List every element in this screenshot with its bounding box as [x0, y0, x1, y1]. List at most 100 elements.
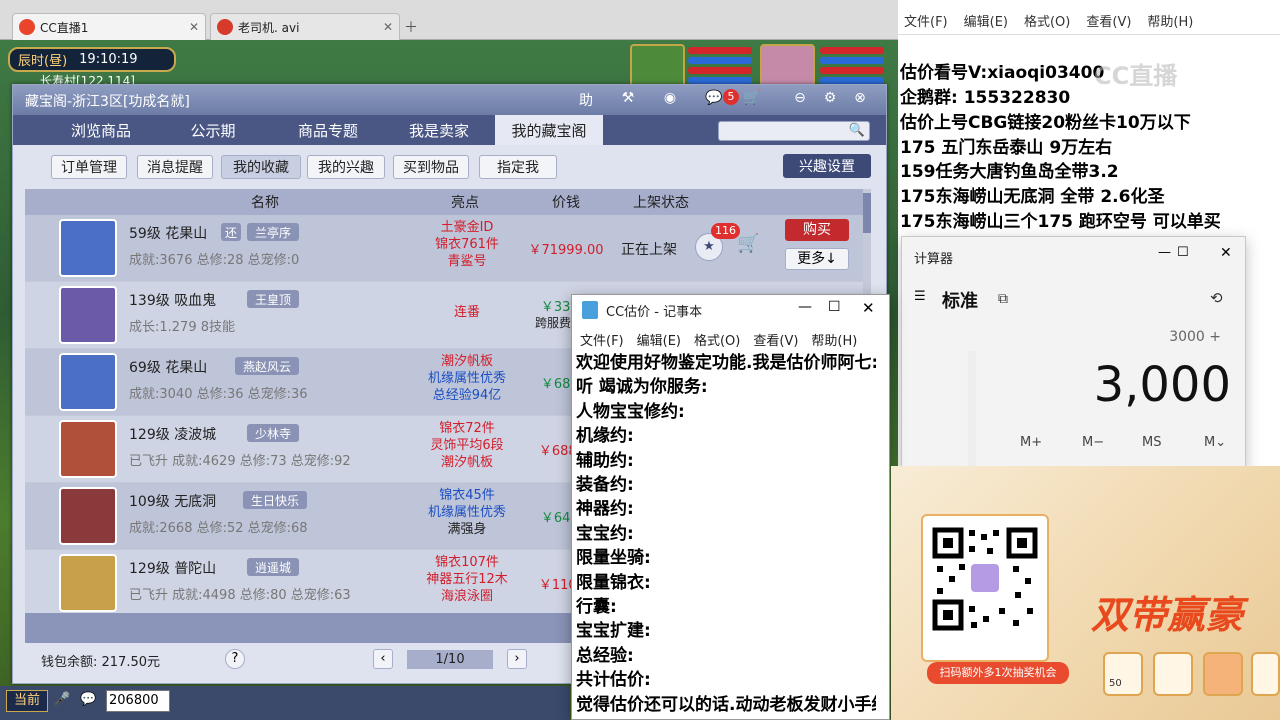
menu-view[interactable]: 查看(V)	[1086, 11, 1131, 30]
server-tag: 生日快乐	[243, 491, 308, 509]
stats: 成就:2668 总修:52 总宠修:68	[129, 521, 308, 536]
menu-help[interactable]: 帮助(H)	[811, 330, 857, 349]
next-page-button[interactable]: ›	[507, 649, 527, 669]
cart-icon[interactable]: 🛒	[741, 90, 763, 110]
subtab-notices[interactable]: 消息提醒	[137, 155, 213, 179]
item-count: 50	[1109, 678, 1122, 689]
level: 109级	[129, 494, 170, 510]
stats: 成长:1.279 8技能	[129, 320, 235, 335]
minimize-icon[interactable]: ⊖	[789, 90, 811, 110]
reward-item-icon[interactable]	[1251, 652, 1280, 696]
highlight-line: 总经验94亿	[432, 388, 502, 403]
table-row[interactable]: 59级 花果山 还 兰亭序 成就:3676 总修:28 总宠修:0 土豪金ID …	[25, 215, 871, 282]
reward-item-icon[interactable]: 50	[1103, 652, 1143, 696]
keep-on-top-icon[interactable]: ⧉	[998, 291, 1008, 307]
chat-channel[interactable]: 当前	[6, 690, 48, 712]
minimize-icon[interactable]: —	[1158, 245, 1171, 260]
character-avatar[interactable]	[59, 420, 117, 478]
character-avatar[interactable]	[59, 554, 117, 612]
hamburger-icon[interactable]: ☰	[914, 289, 926, 304]
tab-seller[interactable]: 我是卖家	[385, 115, 493, 145]
text-line: 175 五门东岳泰山 9万左右	[900, 138, 1113, 158]
menu-file[interactable]: 文件(F)	[904, 11, 948, 30]
highlights: 锦衣72件 灵饰平均6段 潮汐帆板	[403, 420, 531, 471]
chat-input[interactable]: 206800	[106, 690, 170, 712]
menu-file[interactable]: 文件(F)	[580, 330, 624, 349]
tab-public[interactable]: 公示期	[163, 115, 263, 145]
level-school: 129级 普陀山	[129, 558, 216, 578]
mem-list-button[interactable]: M⌄	[1204, 435, 1226, 450]
minimize-icon[interactable]: —	[798, 299, 812, 315]
server-tag: 逍遥城	[247, 558, 300, 576]
text-line: 欢迎使用好物鉴定功能.我是估价师阿七: 估价谛	[576, 353, 876, 373]
help-icon[interactable]: 助	[575, 90, 597, 110]
chat-bar: 当前 🎤 💬	[0, 686, 570, 720]
wallet-balance: 钱包余额: 217.50元	[41, 655, 160, 670]
buy-button[interactable]: 购买	[785, 219, 849, 241]
close-icon[interactable]: ✕	[383, 20, 393, 34]
menu-format[interactable]: 格式(O)	[1024, 11, 1070, 30]
menu-edit[interactable]: 编辑(E)	[964, 11, 1008, 30]
subtab-favorites[interactable]: 我的收藏	[221, 155, 301, 179]
mic-icon[interactable]: 🎤	[54, 692, 70, 707]
search-input[interactable]: 🔍	[718, 121, 870, 141]
subtab-interests[interactable]: 我的兴趣	[307, 155, 385, 179]
menu-bar: 文件(F) 编辑(E) 格式(O) 查看(V) 帮助(H)	[898, 8, 1280, 32]
stats: 成就:3040 总修:36 总宠修:36	[129, 387, 308, 402]
settings-icon[interactable]: ⚙	[819, 90, 841, 110]
promo-banner[interactable]: 扫码额外多1次抽奖机会 双带赢豪 50	[891, 466, 1280, 720]
subtab-bought[interactable]: 买到物品	[393, 155, 469, 179]
menu-help[interactable]: 帮助(H)	[1147, 11, 1193, 30]
highlights: 锦衣45件 机缘属性优秀 满强身	[403, 487, 531, 538]
maximize-icon[interactable]: ☐	[828, 299, 841, 315]
character-avatar[interactable]	[59, 219, 117, 277]
interest-settings-button[interactable]: 兴趣设置	[783, 154, 871, 178]
new-tab-button[interactable]: ＋	[404, 17, 418, 37]
tab-my-cbg[interactable]: 我的藏宝阁	[495, 115, 603, 145]
header-price: 价钱	[552, 195, 580, 211]
qr-code[interactable]	[921, 514, 1049, 662]
prev-page-button[interactable]: ‹	[373, 649, 393, 669]
browser-tab-cc[interactable]: CC直播1 ✕	[12, 13, 206, 40]
text-line: 估价上号CBG链接20粉丝卡10万以下	[900, 113, 1191, 133]
cart-icon[interactable]: 🛒	[737, 233, 765, 261]
character-avatar[interactable]	[59, 487, 117, 545]
watermark: CC直播	[1094, 62, 1178, 90]
mem-store-button[interactable]: MS	[1142, 435, 1161, 450]
history-icon[interactable]: ⟲	[1210, 289, 1223, 307]
character-avatar[interactable]	[59, 353, 117, 411]
record-icon[interactable]: ◉	[659, 90, 681, 110]
help-circle-icon[interactable]: ?	[225, 649, 245, 669]
tab-browse[interactable]: 浏览商品	[41, 115, 161, 145]
maximize-icon[interactable]: ☐	[1177, 245, 1189, 260]
calculator-window: 计算器 — ☐ ✕ ☰ 标准 ⧉ ⟲ 3000 + 3,000 M+ M− MS…	[901, 236, 1246, 470]
subtab-assigned[interactable]: 指定我	[479, 155, 557, 179]
level: 129级	[129, 427, 170, 443]
mem-plus-button[interactable]: M+	[1020, 435, 1042, 450]
close-icon[interactable]: ⊗	[849, 90, 871, 110]
hammer-icon[interactable]: ⚒	[617, 90, 639, 110]
character-avatar[interactable]	[59, 286, 117, 344]
menu-edit[interactable]: 编辑(E)	[637, 330, 681, 349]
phone-reward-icon[interactable]	[1203, 652, 1243, 696]
search-icon[interactable]: 🔍	[849, 123, 865, 138]
close-icon[interactable]: ✕	[1220, 245, 1232, 261]
emoji-icon[interactable]: 💬	[80, 692, 96, 707]
close-icon[interactable]: ✕	[189, 20, 199, 34]
browser-tab-video[interactable]: 老司机. avi ✕	[210, 13, 400, 40]
close-icon[interactable]: ✕	[862, 299, 875, 317]
divider	[898, 34, 1280, 35]
reward-item-icon[interactable]	[1153, 652, 1193, 696]
menu-format[interactable]: 格式(O)	[694, 330, 740, 349]
notepad-text[interactable]: 欢迎使用好物鉴定功能.我是估价师阿七: 估价谛 听 竭诚为你服务: 人物宝宝修约…	[576, 351, 876, 717]
subtab-orders[interactable]: 订单管理	[51, 155, 127, 179]
menu-view[interactable]: 查看(V)	[753, 330, 798, 349]
message-icon[interactable]: 💬	[703, 90, 725, 110]
browser-tab-bar: CC直播1 ✕ 老司机. avi ✕ ＋	[0, 0, 900, 40]
level: 129级	[129, 561, 170, 577]
more-button[interactable]: 更多↓	[785, 248, 849, 270]
mem-minus-button[interactable]: M−	[1082, 435, 1104, 450]
text-line: 159任务大唐钓鱼岛全带3.2	[900, 162, 1119, 182]
ad-slogan: 双带赢豪	[1091, 593, 1244, 637]
tab-topics[interactable]: 商品专题	[273, 115, 383, 145]
